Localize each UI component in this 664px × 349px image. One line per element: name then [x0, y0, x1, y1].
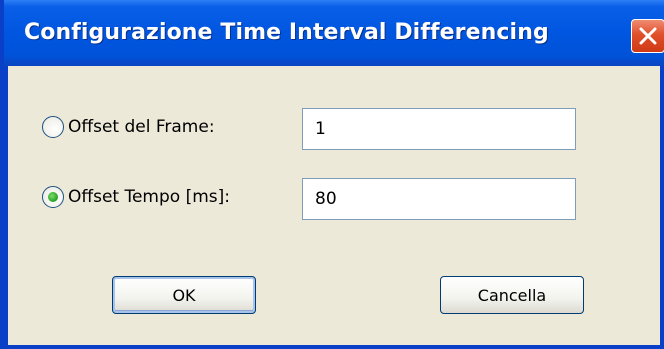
radio-frame-offset[interactable]: Offset del Frame: — [42, 116, 215, 138]
radio-selected-dot — [48, 192, 58, 202]
cancel-button[interactable]: Cancella — [440, 276, 584, 314]
radio-time-offset[interactable]: Offset Tempo [ms]: — [42, 186, 230, 208]
dialog-content: Offset del Frame: 1 Offset Tempo [ms]: 8… — [8, 66, 660, 345]
dialog-window: Configurazione Time Interval Differencin… — [0, 0, 664, 349]
radio-button-frame-offset[interactable] — [42, 116, 64, 138]
frame-offset-label: Offset del Frame: — [68, 117, 215, 137]
radio-button-time-offset[interactable] — [42, 186, 64, 208]
time-offset-input[interactable]: 80 — [302, 178, 576, 220]
close-button[interactable] — [631, 19, 664, 53]
window-title: Configurazione Time Interval Differencin… — [24, 20, 549, 45]
time-offset-label: Offset Tempo [ms]: — [68, 187, 230, 207]
title-bar[interactable]: Configurazione Time Interval Differencin… — [4, 0, 664, 66]
frame-offset-input[interactable]: 1 — [302, 108, 576, 150]
ok-button[interactable]: OK — [112, 276, 256, 314]
